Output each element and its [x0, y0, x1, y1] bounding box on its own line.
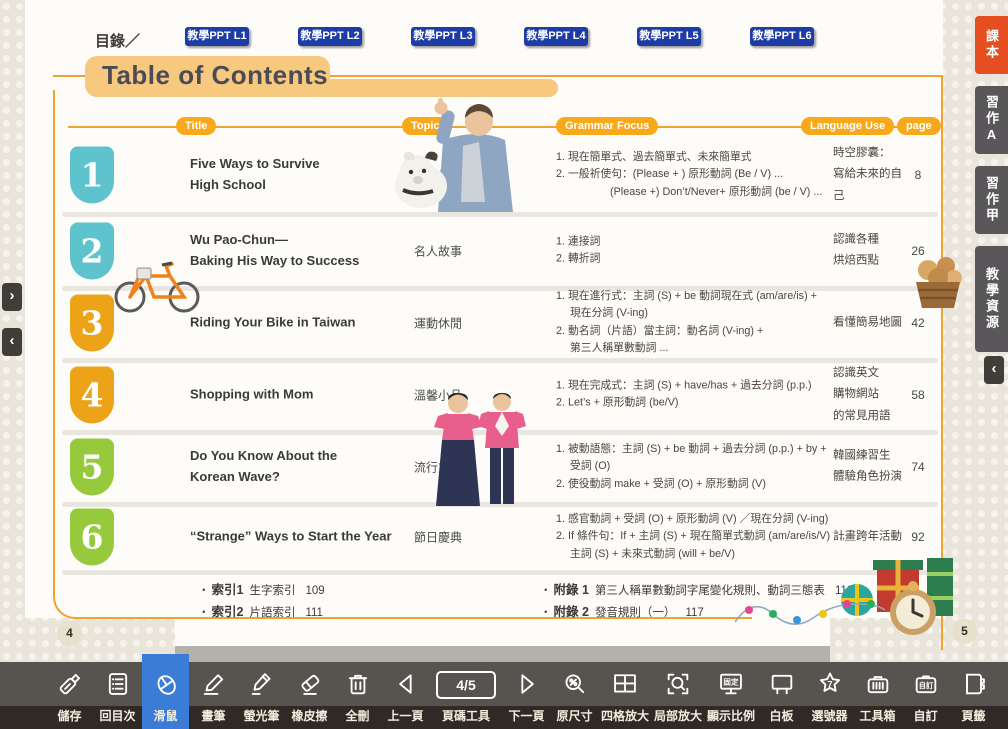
lesson4-title: Shopping with Mom — [190, 385, 405, 406]
svg-text:7: 7 — [827, 680, 832, 690]
lesson4-grammar: 1. 現在完成式：主詞 (S) + have/has + 過去分詞 (p.p.)… — [556, 378, 848, 413]
tool-original-size[interactable]: 原尺寸 — [551, 662, 598, 729]
ppt-button-l2[interactable]: 教學PPT L2 — [298, 27, 362, 46]
tool-custom[interactable]: 自訂 自訂 — [902, 662, 949, 729]
svg-text:固定: 固定 — [723, 676, 739, 686]
lesson4-page-number: 58 — [900, 388, 936, 402]
lesson1-grammar: 1. 現在簡單式、過去簡單式、未來簡單式 2. 一般祈使句：(Please + … — [556, 149, 848, 201]
lesson3-page-number: 42 — [900, 316, 936, 330]
tool-highlighter[interactable]: 螢光筆 — [238, 662, 285, 729]
lesson3-grammar: 1. 現在進行式：主詞 (S) + be 動詞現在式 (am/are/is) +… — [556, 288, 848, 358]
student-with-dog-photo — [383, 98, 543, 212]
tab-workbook-a[interactable]: 習作A — [975, 86, 1008, 154]
tool-mouse[interactable]: 滑鼠 — [142, 662, 189, 729]
string-lights-decoration — [735, 588, 885, 636]
column-header-title: Title — [176, 117, 216, 135]
book-page-bottom — [175, 618, 830, 646]
lesson6-page-number: 92 — [900, 530, 936, 544]
tool-number-picker[interactable]: 7 選號器 — [806, 662, 853, 729]
appendix-entry-2: ・附錄 2發音規則（一）117 — [540, 601, 704, 620]
hanbok-couple-photo — [428, 390, 533, 510]
tool-quad-zoom[interactable]: 四格放大 — [599, 662, 651, 729]
title-highlight-tail — [320, 79, 558, 97]
lesson5-grammar: 1. 被動語態：主詞 (S) + be 動詞 + 過去分詞 (p.p.) + b… — [556, 441, 848, 493]
ppt-button-l1[interactable]: 教學PPT L1 — [185, 27, 249, 46]
lesson2-grammar: 1. 連接詞 2. 轉折詞 — [556, 234, 848, 269]
lesson3-title: Riding Your Bike in Taiwan — [190, 313, 405, 334]
ppt-button-l4[interactable]: 教學PPT L4 — [524, 27, 588, 46]
ppt-button-l5[interactable]: 教學PPT L5 — [637, 27, 701, 46]
page-indicator-value[interactable]: 4/5 — [436, 671, 496, 699]
bike-illustration — [110, 250, 205, 315]
column-header-language-use: Language Use — [801, 117, 894, 135]
column-header-grammar-focus: Grammar Focus — [556, 117, 658, 135]
lesson2-topic: 名人故事 — [398, 243, 478, 260]
tool-display-ratio[interactable]: 固定 顯示比例 — [705, 662, 757, 729]
book-page-number-left: 4 — [57, 621, 82, 646]
lesson2-title: Wu Pao-Chun— Baking His Way to Success — [190, 230, 405, 272]
tab-textbook[interactable]: 課本 — [975, 16, 1008, 74]
tool-back-to-toc[interactable]: 回目次 — [94, 662, 141, 729]
lesson1-page-number: 8 — [900, 168, 936, 182]
toolbar: 儲存 回目次 滑鼠 畫筆 螢光筆 橡皮擦 全刪 上一頁 4/5 頁碼工具 下一 — [0, 662, 1008, 729]
tool-whiteboard[interactable]: 白板 — [758, 662, 805, 729]
lesson4-number: 4 — [70, 367, 114, 424]
tool-toolbox[interactable]: 工具箱 — [854, 662, 901, 729]
index-entry-2: ・索引2片語索引111 — [198, 601, 323, 620]
tool-eraser[interactable]: 橡皮擦 — [286, 662, 333, 729]
tool-save[interactable]: 儲存 — [46, 662, 93, 729]
lesson6-number: 6 — [70, 509, 114, 566]
lesson6-grammar: 1. 感官動詞 + 受詞 (O) + 原形動詞 (V) ／現在分詞 (V-ing… — [556, 511, 848, 563]
breadcrumb: 目錄／ — [95, 30, 140, 51]
column-header-page: page — [897, 117, 941, 135]
lesson5-page-number: 74 — [900, 460, 936, 474]
tab-workbook-jia[interactable]: 習作甲 — [975, 166, 1008, 234]
index-entry-1: ・索引1生字索引109 — [198, 579, 325, 598]
tool-previous-page[interactable]: 上一頁 — [382, 662, 429, 729]
page-title: Table of Contents — [102, 60, 328, 91]
row-separator — [62, 570, 938, 575]
lesson1-number: 1 — [70, 147, 114, 204]
lesson5-title: Do You Know About the Korean Wave? — [190, 446, 405, 488]
left-panel-expand-button[interactable]: › — [2, 283, 22, 311]
left-panel-collapse-button[interactable]: ‹ — [2, 328, 22, 356]
ebook-app-window: 目錄／ 教學PPT L1 教學PPT L2 教學PPT L3 教學PPT L4 … — [0, 0, 1008, 729]
page-stack-shadow — [175, 646, 830, 662]
ppt-button-l6[interactable]: 教學PPT L6 — [750, 27, 814, 46]
lesson3-number: 3 — [70, 295, 114, 352]
lesson1-title: Five Ways to Survive High School — [190, 154, 405, 196]
bread-basket-photo — [910, 252, 965, 312]
lesson2-number: 2 — [70, 223, 114, 280]
tool-delete-all[interactable]: 全刪 — [334, 662, 381, 729]
lesson3-topic: 運動休閒 — [398, 315, 478, 332]
svg-text:自訂: 自訂 — [918, 681, 933, 690]
lesson5-number: 5 — [70, 439, 114, 496]
lesson6-title: “Strange” Ways to Start the Year — [190, 527, 405, 548]
tool-next-page[interactable]: 下一頁 — [503, 662, 550, 729]
tool-page-tabs[interactable]: 頁籤 — [950, 662, 997, 729]
ppt-button-l3[interactable]: 教學PPT L3 — [411, 27, 475, 46]
lesson6-topic: 節日慶典 — [398, 529, 478, 546]
tool-pen[interactable]: 畫筆 — [190, 662, 237, 729]
right-panel-toggle-button[interactable]: ‹ — [984, 356, 1004, 384]
tab-teaching-resources[interactable]: 教學資源 — [975, 246, 1008, 352]
tool-region-zoom[interactable]: 局部放大 — [652, 662, 704, 729]
tool-page-indicator[interactable]: 4/5 頁碼工具 — [430, 662, 502, 729]
